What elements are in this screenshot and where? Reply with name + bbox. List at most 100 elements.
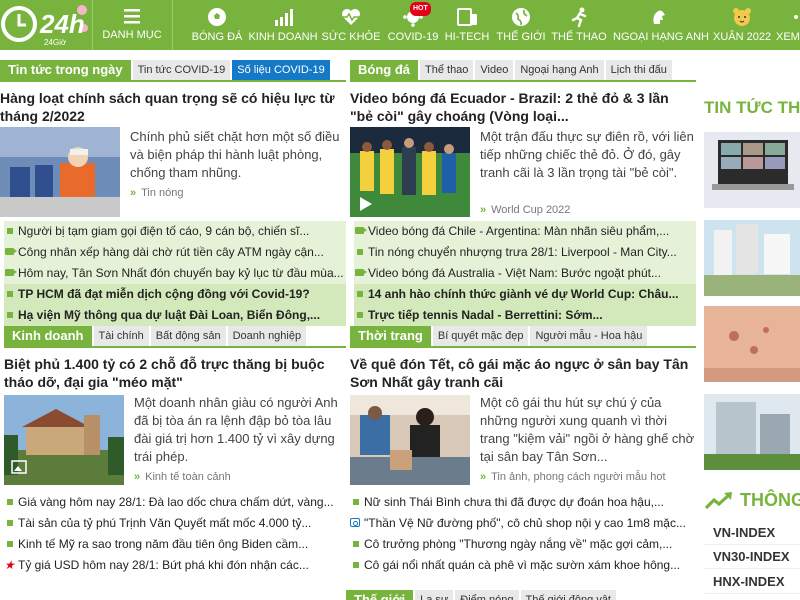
tab-tin-tuc-covid[interactable]: Tin tức COVID-19 — [132, 60, 231, 80]
list-item[interactable]: 14 anh hào chính thức giành vé dự World … — [354, 284, 696, 305]
menu-label: DANH MỤC — [102, 29, 162, 41]
tab-the-thao[interactable]: Thể thao — [420, 60, 474, 80]
world-tabbar: Thế giới Lạ sự Điểm nóng Thế giới động vật — [346, 590, 696, 600]
right-thumbnail-2[interactable] — [704, 220, 800, 296]
list-item[interactable]: Hạ viện Mỹ thông qua dự luật Đài Loan, B… — [4, 305, 346, 326]
logo-text: 24h — [39, 9, 85, 39]
nav-item-more[interactable]: XEM — [776, 0, 800, 50]
list-item[interactable]: "Thần Vệ Nữ đường phố", cô chủ shop nội … — [350, 513, 696, 534]
building-image — [704, 394, 800, 470]
list-item[interactable]: Kinh tế Mỹ ra sao trong năm đầu tiên ông… — [4, 534, 346, 555]
football-links: Video bóng đá Chile - Argentina: Màn nhã… — [354, 221, 696, 326]
tab-thoi-trang[interactable]: Thời trang — [350, 326, 431, 346]
list-item[interactable]: Tin nóng chuyển nhượng trưa 28/1: Liverp… — [354, 242, 696, 263]
news-headline[interactable]: Hàng loạt chính sách quan trọng sẽ có hi… — [0, 89, 345, 125]
airport-woman-image — [350, 395, 470, 485]
tab-nguoi-mau-hoa-hau[interactable]: Người mẫu - Hoa hậu — [530, 326, 648, 346]
mansion-image — [4, 395, 124, 485]
list-item[interactable]: Tài sản của tỷ phú Trịnh Văn Quyết mất m… — [4, 513, 346, 534]
list-item[interactable]: Video bóng đá Australia - Việt Nam: Bước… — [354, 263, 696, 284]
nav-item-covid[interactable]: HOT COVID-19 — [384, 0, 442, 50]
tab-bi-quyet-mac-dep[interactable]: Bí quyết mặc đẹp — [432, 326, 529, 346]
list-item[interactable]: Công nhân xếp hàng dài chờ rút tiền cây … — [4, 242, 346, 263]
fashion-thumbnail[interactable] — [350, 395, 470, 485]
nav-item-ngoai-hang-anh[interactable]: NGOẠI HẠNG ANH — [613, 0, 709, 50]
fashion-headline[interactable]: Về quê đón Tết, cô gái mặc áo ngực ở sân… — [350, 355, 695, 391]
list-item[interactable]: ★ Tỷ giá USD hôm nay 28/1: Bứt phá khi đó… — [4, 555, 346, 576]
list-item[interactable]: Trực tiếp tennis Nadal - Berrettini: Sớm… — [354, 305, 696, 326]
nav-item-suc-khoe[interactable]: SỨC KHỎE — [321, 0, 381, 50]
right-thumbnail-3[interactable] — [704, 306, 800, 382]
nav-label: NGOẠI HẠNG ANH — [613, 31, 709, 43]
right-thumbnail-4[interactable] — [704, 394, 800, 470]
business-summary: Một doanh nhân giàu có người Anh đã bị t… — [134, 395, 338, 464]
list-item[interactable]: Giá vàng hôm nay 28/1: Đà lao dốc chưa c… — [4, 492, 346, 513]
nav-item-the-gioi[interactable]: THẾ GIỚI — [496, 0, 546, 50]
nav-label: XEM — [776, 31, 800, 43]
right-section-title[interactable]: TIN TỨC TH — [704, 98, 800, 118]
market-section-title[interactable]: THÔNG — [740, 490, 800, 511]
right-thumbnail-1[interactable] — [704, 132, 800, 208]
site-logo[interactable]: 24h 24Giờ — [0, 0, 92, 50]
football-category[interactable]: World Cup 2022 — [480, 204, 570, 216]
fashion-summary: Một cô gái thu hút sự chú ý của những ng… — [480, 395, 695, 464]
nav-item-xuan-2022[interactable]: XUÂN 2022 — [713, 0, 771, 50]
tab-so-lieu-covid[interactable]: Số liệu COVID-19 — [232, 60, 330, 80]
skin-closeup-image — [704, 306, 800, 382]
heart-pulse-icon — [342, 9, 360, 25]
logo-subtext: 24Giờ — [44, 38, 67, 47]
tab-the-gioi-dong-vat[interactable]: Thế giới động vật — [520, 590, 616, 600]
bullet-icon — [7, 541, 13, 547]
hot-badge: HOT — [410, 2, 431, 16]
page: 24h 24Giờ DANH MỤC BÓNG ĐÁ KINH DOANH SỨ… — [0, 0, 800, 600]
list-item[interactable]: Cô trưởng phòng "Thương ngày nắng về" mặ… — [350, 534, 696, 555]
list-item[interactable]: Hôm nay, Tân Sơn Nhất đón chuyến bay kỷ … — [4, 263, 346, 284]
football-headline[interactable]: Video bóng đá Ecuador - Brazil: 2 thẻ đỏ… — [350, 89, 695, 125]
nav-item-hi-tech[interactable]: HI-TECH — [444, 0, 490, 50]
fashion-links: Nữ sinh Thái Bình chưa thi đã được dự đo… — [350, 492, 696, 576]
business-category[interactable]: Kinh tế toàn cảnh — [134, 471, 231, 483]
football-thumbnail[interactable] — [350, 127, 470, 217]
list-item[interactable]: Nữ sinh Thái Bình chưa thi đã được dự đo… — [350, 492, 696, 513]
tab-bat-dong-san[interactable]: Bất động sản — [150, 326, 226, 346]
tiger-icon — [733, 8, 751, 26]
bullet-icon — [353, 541, 359, 547]
lion-icon — [653, 10, 665, 24]
tab-kinh-doanh[interactable]: Kinh doanh — [4, 326, 92, 346]
tab-doanh-nghiep[interactable]: Doanh nghiệp — [227, 326, 307, 346]
nav-label: BÓNG ĐÁ — [191, 31, 243, 43]
tab-lich-thi-dau[interactable]: Lịch thi đấu — [605, 60, 672, 80]
index-hnx-index[interactable]: HNX-INDEX — [704, 570, 800, 594]
menu-button[interactable]: DANH MỤC — [100, 0, 164, 50]
tab-bong-da[interactable]: Bóng đá — [350, 60, 418, 80]
nav-item-bong-da[interactable]: BÓNG ĐÁ — [189, 0, 245, 50]
tab-ngoai-hang-anh[interactable]: Ngoại hạng Anh — [515, 60, 604, 80]
list-item[interactable]: Người bị tạm giam gọi điện tố cáo, 9 cán… — [4, 221, 346, 242]
football-summary: Một trận đấu thực sự điên rồ, với liên t… — [480, 129, 694, 180]
tab-the-gioi[interactable]: Thế giới — [346, 590, 414, 600]
list-item[interactable]: TP HCM đã đạt miễn dịch cộng đồng với Co… — [4, 284, 346, 305]
nav-label: HI-TECH — [444, 31, 490, 43]
soccer-ball-icon — [208, 8, 226, 26]
index-vn-index[interactable]: VN-INDEX — [704, 521, 800, 545]
tab-la-su[interactable]: Lạ sự — [415, 590, 454, 600]
list-item[interactable]: Video bóng đá Chile - Argentina: Màn nhã… — [354, 221, 696, 242]
tab-diem-nong[interactable]: Điểm nóng — [455, 590, 519, 600]
tab-tin-tuc-trong-ngay[interactable]: Tin tức trong ngày — [0, 60, 131, 80]
business-headline[interactable]: Biệt phủ 1.400 tỷ có 2 chỗ đỗ trực thăng… — [4, 355, 344, 391]
list-item[interactable]: Cô gái nổi nhất quán cà phê vì mặc sườn … — [350, 555, 696, 576]
business-thumbnail[interactable] — [4, 395, 124, 485]
bullet-icon — [353, 562, 359, 568]
nav-label: COVID-19 — [387, 31, 439, 43]
football-tabbar: Bóng đá Thể thao Video Ngoại hạng Anh Lịch t… — [350, 60, 696, 82]
news-category[interactable]: Tin nóng — [130, 187, 183, 199]
news-thumbnail[interactable] — [0, 127, 120, 217]
nav-item-kinh-doanh[interactable]: KINH DOANH — [248, 0, 318, 50]
nav-item-the-thao[interactable]: THỂ THAO — [551, 0, 607, 50]
index-vn30-index[interactable]: VN30-INDEX — [704, 545, 800, 569]
fashion-tabbar: Thời trang Bí quyết mặc đẹp Người mẫu - Ho… — [350, 326, 696, 348]
nav-label: THẾ GIỚI — [496, 31, 546, 43]
fashion-category[interactable]: Tin ảnh, phong cách người mẫu hot — [480, 471, 665, 483]
tab-tai-chinh[interactable]: Tài chính — [93, 326, 149, 346]
tab-video[interactable]: Video — [475, 60, 514, 80]
